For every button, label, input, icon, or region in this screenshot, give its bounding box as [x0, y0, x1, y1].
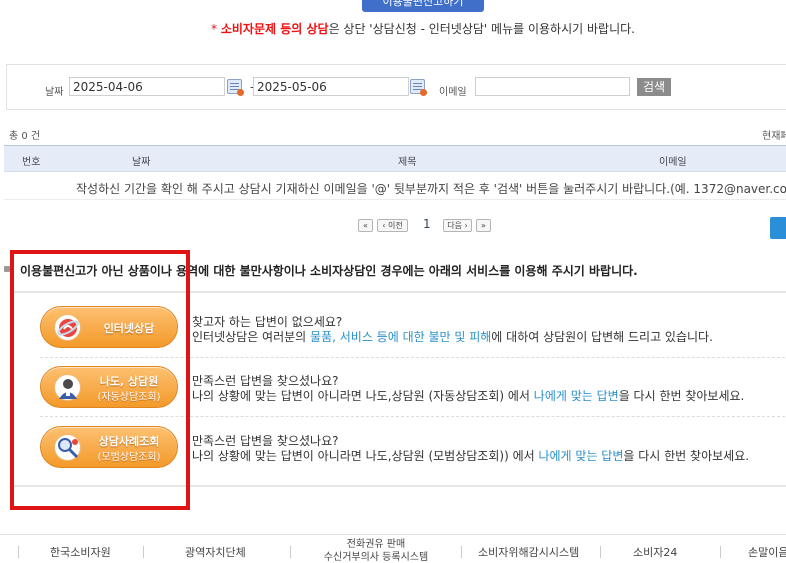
current-page-number[interactable]: 1 — [423, 217, 431, 231]
search-panel: 날짜 - 이메일 검색 — [6, 64, 786, 110]
table-header: 번호 날짜 제목 이메일 — [4, 145, 786, 172]
service-description: 나의 상황에 맞는 답변이 아니라면 나도,상담원 (모범상담조회)) 에서 나… — [192, 447, 749, 464]
date-label: 날짜 — [45, 87, 64, 98]
footer-link[interactable]: 소비자위해감시시스템 — [478, 544, 579, 560]
search-button[interactable]: 검색 — [637, 78, 671, 96]
footer-link[interactable]: 전화권유 판매수신거부의사 등록시스템 — [318, 538, 434, 563]
footer-separator — [290, 546, 291, 558]
prev-page-button[interactable]: ‹ 이전 — [377, 219, 408, 232]
desc-pre: 나의 상황에 맞는 답변이 아니라면 나도,상담원 (모범상담조회)) 에서 — [192, 449, 539, 463]
annotation-highlight-box — [10, 250, 190, 510]
footer-link[interactable]: 한국소비자원 — [50, 544, 111, 560]
footer-separator — [143, 546, 144, 558]
desc-post: 에 대하여 상담원이 답변해 드리고 있습니다. — [491, 330, 713, 344]
email-input[interactable] — [475, 77, 630, 96]
service-description: 나의 상황에 맞는 답변이 아니라면 나도,상담원 (자동상담조회) 에서 나에… — [192, 387, 744, 404]
email-label: 이메일 — [439, 87, 467, 98]
desc-post: 을 다시 한번 찾아보세요. — [623, 449, 750, 463]
footer-link[interactable]: 광역자치단체 — [185, 544, 246, 560]
notice-highlight: 소비자문제 등의 상담 — [220, 22, 329, 36]
footer-separator — [720, 546, 721, 558]
footer-link-line2: 수신거부의사 등록시스템 — [323, 552, 429, 563]
calendar-icon[interactable] — [410, 79, 427, 96]
footer-divider — [0, 534, 786, 535]
total-count: 총 0 건 — [9, 131, 41, 142]
column-date: 날짜 — [132, 157, 151, 168]
footer-separator — [600, 546, 601, 558]
desc-highlight: 물품, 서비스 등에 대한 불만 및 피해 — [310, 330, 492, 344]
desc-highlight: 나에게 맞는 답변 — [538, 449, 624, 463]
end-date-input[interactable] — [253, 77, 409, 96]
side-tab[interactable] — [770, 217, 786, 239]
desc-highlight: 나에게 맞는 답변 — [533, 389, 619, 403]
footer-link[interactable]: 소비자24 — [633, 544, 677, 560]
empty-message: 작성하신 기간을 확인 해 주시고 상담시 기재하신 이메일을 '@' 뒷부분까… — [76, 182, 786, 196]
notice-star: * — [211, 22, 218, 36]
next-page-button[interactable]: 다음 › — [443, 219, 472, 232]
notice-text: 은 상단 '상담신청 - 인터넷상담' 메뉴를 이용하시기 바랍니다. — [328, 22, 635, 36]
footer-separator — [461, 546, 462, 558]
first-page-button[interactable]: « — [358, 219, 373, 232]
column-number: 번호 — [22, 157, 41, 168]
report-inconvenience-button[interactable]: 이용불편신고하기 — [362, 0, 484, 12]
table-row: 작성하신 기간을 확인 해 주시고 상담시 기재하신 이메일을 '@' 뒷부분까… — [4, 172, 786, 200]
consult-notice: * 소비자문제 등의 상담은 상단 '상담신청 - 인터넷상담' 메뉴를 이용하… — [0, 20, 786, 37]
column-title: 제목 — [398, 157, 417, 168]
calendar-icon[interactable] — [227, 79, 244, 96]
desc-pre: 나의 상황에 맞는 답변이 아니라면 나도,상담원 (자동상담조회) 에서 — [192, 389, 534, 403]
footer-separator — [18, 546, 19, 558]
footer-link[interactable]: 손말이음 — [748, 544, 786, 560]
last-page-button[interactable]: » — [476, 219, 491, 232]
footer-link-line1: 전화권유 판매 — [346, 539, 406, 550]
desc-post: 을 다시 한번 찾아보세요. — [618, 389, 745, 403]
column-email: 이메일 — [659, 157, 687, 168]
desc-pre: 인터넷상담은 여러분의 — [192, 330, 311, 344]
service-description: 인터넷상담은 여러분의 물품, 서비스 등에 대한 불만 및 피해에 대하여 상… — [192, 328, 713, 345]
current-page-label: 현재페 — [762, 131, 786, 142]
start-date-input[interactable] — [69, 77, 225, 96]
